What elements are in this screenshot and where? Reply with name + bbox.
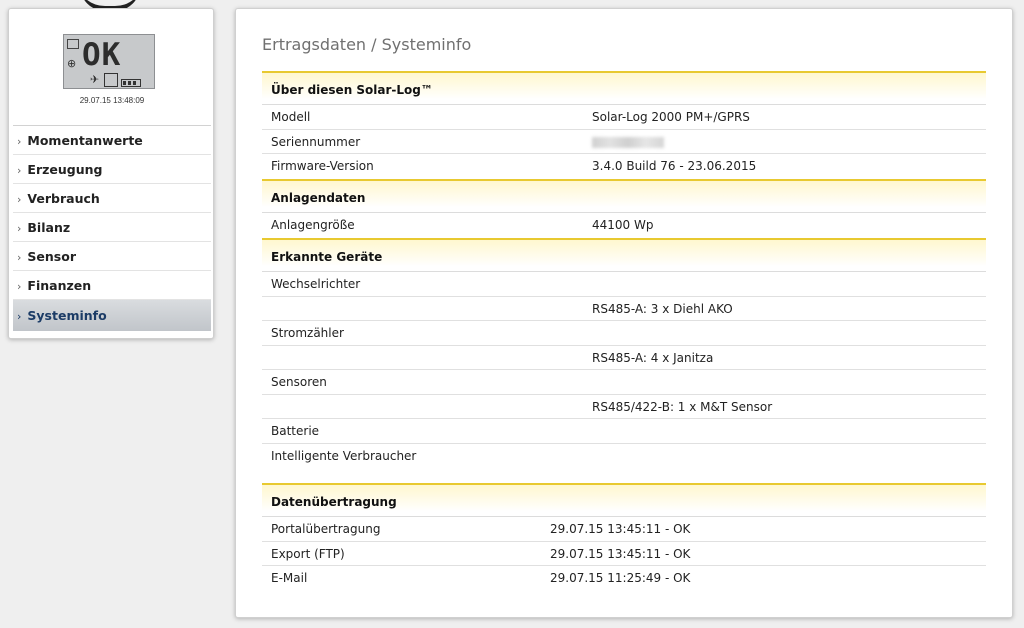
table-row: Portalübertragung 29.07.15 13:45:11 - OK xyxy=(262,517,986,542)
table-row: Export (FTP) 29.07.15 13:45:11 - OK xyxy=(262,542,986,566)
page-title: Ertragsdaten / Systeminfo xyxy=(262,35,472,54)
sidebar-item-systeminfo[interactable]: › Systeminfo xyxy=(13,300,211,331)
table-row: Sensoren xyxy=(262,370,986,395)
status-display: ⊕ ✈ OK 29.07.15 13:48:09 xyxy=(9,9,215,125)
section-header: Datenübertragung xyxy=(262,483,986,517)
sidebar-item-label: Bilanz xyxy=(27,220,71,235)
section-devices: Erkannte Geräte Wechselrichter RS485-A: … xyxy=(262,238,986,468)
row-label: Modell xyxy=(271,110,311,124)
table-row: Modell Solar-Log 2000 PM+/GPRS xyxy=(262,105,986,130)
row-label: Firmware-Version xyxy=(271,159,374,173)
row-value: RS485/422-B: 1 x M&T Sensor xyxy=(592,399,773,414)
lcd-timestamp: 29.07.15 13:48:09 xyxy=(79,96,145,105)
row-value: 29.07.15 11:25:49 - OK xyxy=(550,571,691,585)
chevron-right-icon: › xyxy=(17,310,22,323)
section-header: Erkannte Geräte xyxy=(262,238,986,272)
sidebar-item-sensor[interactable]: › Sensor xyxy=(13,242,211,271)
chevron-right-icon: › xyxy=(17,280,22,293)
lcd-status-text: OK xyxy=(82,37,122,73)
table-row: Seriennummer xyxy=(262,130,986,154)
row-label: Portalübertragung xyxy=(271,522,381,536)
sidebar-item-erzeugung[interactable]: › Erzeugung xyxy=(13,155,211,184)
sidebar-item-finanzen[interactable]: › Finanzen xyxy=(13,271,211,300)
table-row: RS485-A: 4 x Janitza xyxy=(262,346,986,370)
sidebar-item-label: Finanzen xyxy=(27,278,92,293)
sidebar-nav: › Momentanwerte › Erzeugung › Verbrauch › Bi… xyxy=(13,125,211,331)
sidebar-item-momentanwerte[interactable]: › Momentanwerte xyxy=(13,126,211,155)
serial-number-redacted xyxy=(592,130,664,154)
row-label: Wechselrichter xyxy=(271,277,361,291)
table-row: Wechselrichter xyxy=(262,272,986,297)
inverter-icon: ✈ xyxy=(90,73,100,86)
redaction-blur xyxy=(592,136,664,148)
section-about: Über diesen Solar-Log™ Modell Solar-Log … xyxy=(262,71,986,179)
row-label: Sensoren xyxy=(271,375,327,389)
table-row: Firmware-Version 3.4.0 Build 76 - 23.06.… xyxy=(262,154,986,179)
row-label: Seriennummer xyxy=(271,134,361,149)
row-label: Stromzähler xyxy=(271,326,344,340)
row-label: Intelligente Verbraucher xyxy=(271,448,417,463)
sidebar-item-label: Erzeugung xyxy=(27,162,103,177)
chevron-right-icon: › xyxy=(17,135,22,148)
sidebar-item-verbrauch[interactable]: › Verbrauch xyxy=(13,184,211,213)
lcd-panel: ⊕ ✈ OK xyxy=(63,34,155,89)
row-value: 29.07.15 13:45:11 - OK xyxy=(550,546,691,561)
row-value: RS485-A: 3 x Diehl AKO xyxy=(592,301,733,316)
row-value: RS485-A: 4 x Janitza xyxy=(592,350,714,365)
table-row: E-Mail 29.07.15 11:25:49 - OK xyxy=(262,566,986,591)
section-header: Anlagendaten xyxy=(262,179,986,213)
table-row: Intelligente Verbraucher xyxy=(262,444,986,469)
table-row: Batterie xyxy=(262,419,986,444)
row-label: Batterie xyxy=(271,424,320,438)
table-row: Anlagengröße 44100 Wp xyxy=(262,213,986,238)
chevron-right-icon: › xyxy=(17,222,22,235)
sidebar-item-label: Sensor xyxy=(27,249,76,264)
row-label: Anlagengröße xyxy=(271,218,355,232)
yield-icon xyxy=(67,39,79,49)
section-plant: Anlagendaten Anlagengröße 44100 Wp xyxy=(262,179,986,238)
sidebar-item-bilanz[interactable]: › Bilanz xyxy=(13,213,211,242)
section-header: Über diesen Solar-Log™ xyxy=(262,71,986,105)
chevron-right-icon: › xyxy=(17,193,22,206)
table-row: Stromzähler xyxy=(262,321,986,346)
sidebar-item-label: Systeminfo xyxy=(27,308,107,323)
chevron-right-icon: › xyxy=(17,251,22,264)
row-value: 3.4.0 Build 76 - 23.06.2015 xyxy=(592,159,757,173)
sidebar-item-label: Momentanwerte xyxy=(27,133,143,148)
sidebar: ⊕ ✈ OK 29.07.15 13:48:09 › Momentanwerte … xyxy=(8,8,214,339)
main-panel: Ertragsdaten / Systeminfo Über diesen So… xyxy=(235,8,1013,618)
row-label: Export (FTP) xyxy=(271,546,345,561)
battery-icon xyxy=(121,79,141,87)
chevron-right-icon: › xyxy=(17,164,22,177)
meter-icon xyxy=(104,73,118,87)
row-value: Solar-Log 2000 PM+/GPRS xyxy=(592,110,750,124)
row-label: E-Mail xyxy=(271,571,308,585)
sidebar-item-label: Verbrauch xyxy=(27,191,100,206)
row-value: 44100 Wp xyxy=(592,218,654,232)
table-row: RS485-A: 3 x Diehl AKO xyxy=(262,297,986,321)
row-value: 29.07.15 13:45:11 - OK xyxy=(550,522,691,536)
table-row: RS485/422-B: 1 x M&T Sensor xyxy=(262,395,986,419)
section-transfer: Datenübertragung Portalübertragung 29.07.… xyxy=(262,483,986,591)
globe-icon: ⊕ xyxy=(67,57,77,70)
